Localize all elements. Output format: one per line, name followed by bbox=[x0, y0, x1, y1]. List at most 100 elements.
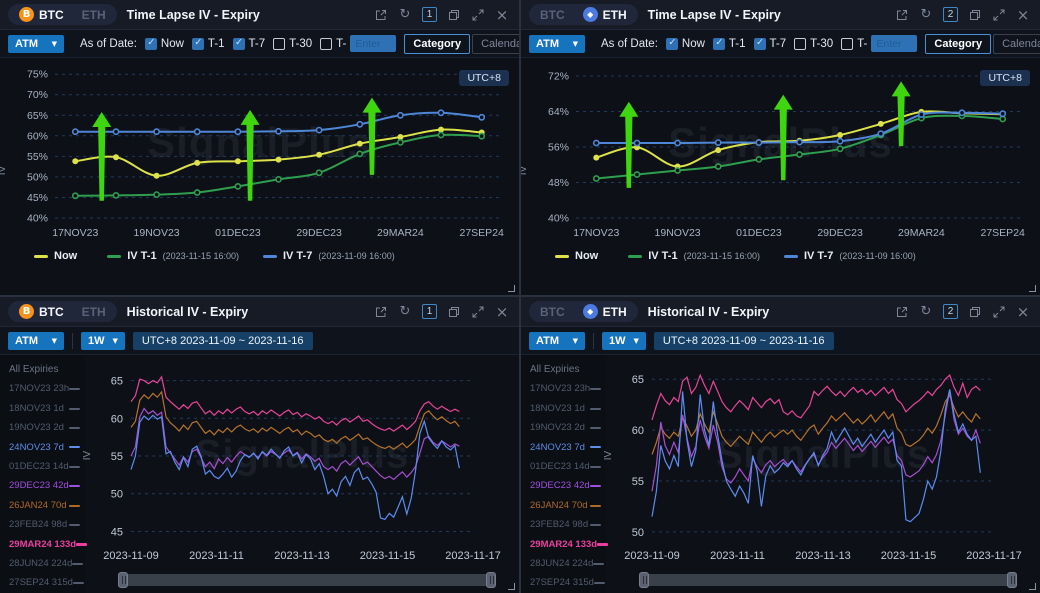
atm-select[interactable]: ATM▼ bbox=[529, 35, 585, 53]
close-icon[interactable]: × bbox=[1016, 305, 1030, 319]
resize-handle[interactable] bbox=[508, 285, 515, 292]
expiry-item[interactable]: 18NOV23 1d bbox=[9, 399, 85, 418]
custom-days-input[interactable] bbox=[871, 35, 917, 52]
tab-eth[interactable]: ◆ ETH bbox=[576, 303, 634, 320]
expiry-item[interactable]: 23FEB24 98d bbox=[9, 515, 85, 534]
date-range-chip[interactable]: UTC+8 2023-11-09 ~ 2023-11-16 bbox=[654, 332, 834, 350]
check-now[interactable]: Now bbox=[666, 38, 705, 50]
expiry-item[interactable]: 27SEP24 315d bbox=[530, 573, 606, 592]
checkbox[interactable] bbox=[192, 38, 204, 50]
check-t1[interactable]: T-1 bbox=[713, 38, 746, 50]
expiry-item[interactable]: 29DEC23 42d bbox=[530, 476, 606, 495]
tab-btc[interactable]: B BTC bbox=[12, 6, 71, 23]
checkbox[interactable] bbox=[233, 38, 245, 50]
open-in-new-icon[interactable] bbox=[374, 305, 388, 319]
checkbox[interactable] bbox=[320, 38, 332, 50]
atm-select[interactable]: ATM▼ bbox=[529, 332, 585, 350]
expiry-item[interactable]: 29DEC23 42d bbox=[9, 476, 85, 495]
close-icon[interactable]: × bbox=[495, 8, 509, 22]
tab-btc[interactable]: BTC bbox=[533, 7, 572, 23]
window-number-badge[interactable]: 2 bbox=[943, 304, 958, 319]
close-icon[interactable]: × bbox=[495, 305, 509, 319]
window-number-badge[interactable]: 2 bbox=[943, 7, 958, 22]
legend-item-t1[interactable]: IV T-1(2023-11-15 16:00) bbox=[107, 250, 239, 262]
time-range-slider[interactable] bbox=[642, 574, 1014, 586]
check-t30[interactable]: T-30 bbox=[273, 38, 312, 50]
expiry-item[interactable]: 26JAN24 70d bbox=[530, 496, 606, 515]
checkbox[interactable] bbox=[794, 38, 806, 50]
category-button[interactable]: Category bbox=[925, 34, 991, 54]
expiry-item[interactable]: 17NOV23 23h bbox=[530, 379, 606, 398]
tab-eth[interactable]: ◆ ETH bbox=[576, 6, 634, 23]
refresh-icon[interactable]: ↻ bbox=[398, 305, 412, 319]
duplicate-icon[interactable] bbox=[968, 305, 982, 319]
period-select[interactable]: 1W▼ bbox=[602, 332, 646, 350]
checkbox[interactable] bbox=[713, 38, 725, 50]
duplicate-icon[interactable] bbox=[447, 8, 461, 22]
check-t30[interactable]: T-30 bbox=[794, 38, 833, 50]
open-in-new-icon[interactable] bbox=[374, 8, 388, 22]
checkbox[interactable] bbox=[841, 38, 853, 50]
checkbox[interactable] bbox=[666, 38, 678, 50]
legend-item-t7[interactable]: IV T-7(2023-11-09 16:00) bbox=[784, 250, 916, 262]
check-t7[interactable]: T-7 bbox=[233, 38, 266, 50]
expiry-item[interactable]: 23FEB24 98d bbox=[530, 515, 606, 534]
legend-item-now[interactable]: Now bbox=[34, 250, 83, 262]
expiry-item[interactable]: 29MAR24 133d bbox=[530, 535, 606, 554]
tab-eth[interactable]: ETH bbox=[75, 7, 113, 23]
resize-handle[interactable] bbox=[508, 583, 515, 590]
resize-handle[interactable] bbox=[1029, 583, 1036, 590]
resize-handle[interactable] bbox=[1029, 285, 1036, 292]
checkbox[interactable] bbox=[273, 38, 285, 50]
slider-handle-right[interactable] bbox=[1007, 572, 1017, 588]
expiry-item[interactable]: 19NOV23 2d bbox=[9, 418, 85, 437]
expand-icon[interactable] bbox=[471, 305, 485, 319]
expiry-item[interactable]: 27SEP24 315d bbox=[9, 573, 85, 592]
expand-icon[interactable] bbox=[992, 305, 1006, 319]
calendar-button[interactable]: Calendar bbox=[993, 34, 1040, 54]
expiry-item[interactable]: 24NOV23 7d bbox=[530, 438, 606, 457]
open-in-new-icon[interactable] bbox=[895, 305, 909, 319]
expiry-item[interactable]: 19NOV23 2d bbox=[530, 418, 606, 437]
refresh-icon[interactable]: ↻ bbox=[919, 8, 933, 22]
tab-btc[interactable]: BTC bbox=[533, 304, 572, 320]
check-t-custom[interactable]: T- bbox=[320, 38, 346, 50]
expiry-item[interactable]: 18NOV23 1d bbox=[530, 399, 606, 418]
expiry-item[interactable]: 01DEC23 14d bbox=[530, 457, 606, 476]
atm-select[interactable]: ATM▼ bbox=[8, 332, 64, 350]
calendar-button[interactable]: Calendar bbox=[472, 34, 519, 54]
duplicate-icon[interactable] bbox=[968, 8, 982, 22]
tab-eth[interactable]: ETH bbox=[75, 304, 113, 320]
expand-icon[interactable] bbox=[992, 8, 1006, 22]
checkbox[interactable] bbox=[145, 38, 157, 50]
category-button[interactable]: Category bbox=[404, 34, 470, 54]
check-t1[interactable]: T-1 bbox=[192, 38, 225, 50]
window-number-badge[interactable]: 1 bbox=[422, 7, 437, 22]
check-t7[interactable]: T-7 bbox=[754, 38, 787, 50]
legend-item-now[interactable]: Now bbox=[555, 250, 604, 262]
slider-handle-left[interactable] bbox=[118, 572, 128, 588]
expiry-item[interactable]: 24NOV23 7d bbox=[9, 438, 85, 457]
period-select[interactable]: 1W▼ bbox=[81, 332, 125, 350]
duplicate-icon[interactable] bbox=[447, 305, 461, 319]
open-in-new-icon[interactable] bbox=[895, 8, 909, 22]
legend-item-t7[interactable]: IV T-7(2023-11-09 16:00) bbox=[263, 250, 395, 262]
slider-handle-left[interactable] bbox=[639, 572, 649, 588]
legend-item-t1[interactable]: IV T-1(2023-11-15 16:00) bbox=[628, 250, 760, 262]
check-now[interactable]: Now bbox=[145, 38, 184, 50]
time-range-slider[interactable] bbox=[121, 574, 493, 586]
close-icon[interactable]: × bbox=[1016, 8, 1030, 22]
atm-select[interactable]: ATM▼ bbox=[8, 35, 64, 53]
expiry-item[interactable]: 01DEC23 14d bbox=[9, 457, 85, 476]
date-range-chip[interactable]: UTC+8 2023-11-09 ~ 2023-11-16 bbox=[133, 332, 313, 350]
refresh-icon[interactable]: ↻ bbox=[398, 8, 412, 22]
expand-icon[interactable] bbox=[471, 8, 485, 22]
check-t-custom[interactable]: T- bbox=[841, 38, 867, 50]
expiry-item[interactable]: 29MAR24 133d bbox=[9, 535, 85, 554]
checkbox[interactable] bbox=[754, 38, 766, 50]
expiry-item[interactable]: 28JUN24 224d bbox=[9, 554, 85, 573]
custom-days-input[interactable] bbox=[350, 35, 396, 52]
expiry-item[interactable]: 28JUN24 224d bbox=[530, 554, 606, 573]
tab-btc[interactable]: B BTC bbox=[12, 303, 71, 320]
expiry-item[interactable]: 17NOV23 23h bbox=[9, 379, 85, 398]
